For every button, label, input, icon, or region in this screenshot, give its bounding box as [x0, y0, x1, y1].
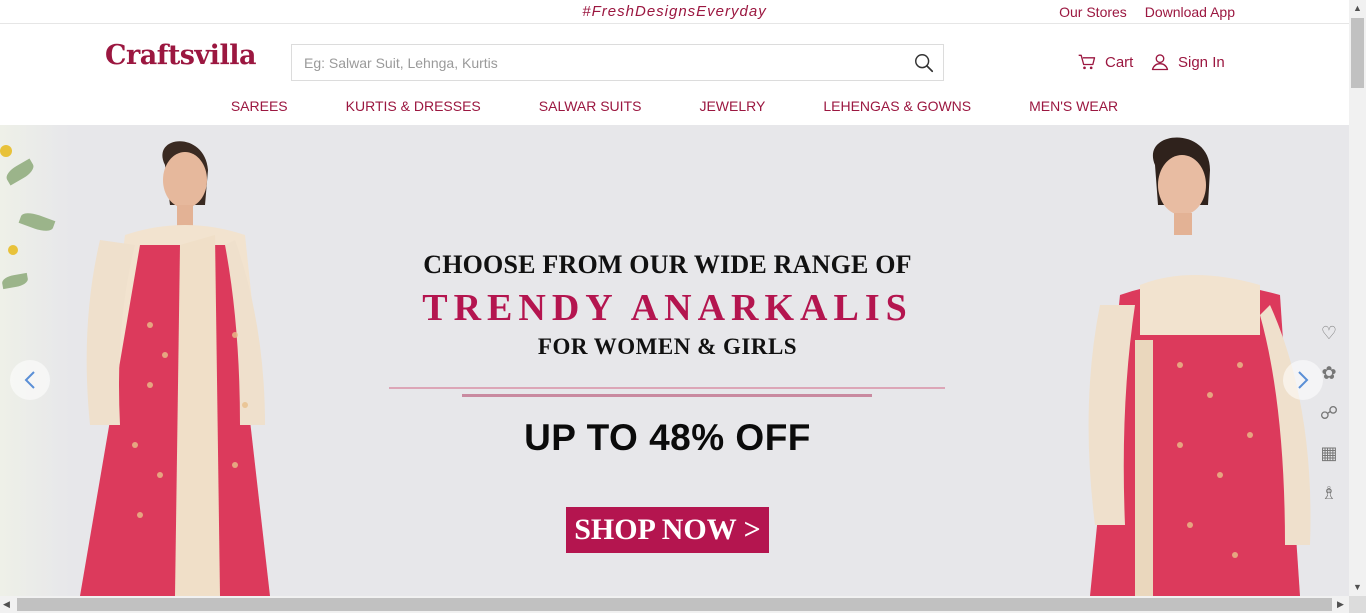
nav-item-salwar-suits[interactable]: SALWAR SUITS	[539, 98, 642, 124]
hero-banner[interactable]: CHOOSE FROM OUR WIDE RANGE OF TRENDY ANA…	[0, 125, 1349, 596]
divider	[389, 387, 945, 389]
logo[interactable]: Craftsvilla	[105, 40, 256, 71]
nav-item-sarees[interactable]: SAREES	[231, 98, 288, 124]
model-image-left	[80, 141, 270, 596]
chevron-right-icon	[1298, 371, 1309, 389]
horizontal-scroll-thumb[interactable]	[17, 598, 1332, 611]
scroll-down-icon[interactable]: ▼	[1353, 582, 1362, 592]
top-strip: #FreshDesignsEveryday Our Stores Downloa…	[0, 0, 1349, 24]
side-icon-rail: ♡ ✿ ☍ ▦ ♗	[1316, 320, 1344, 520]
vertical-scrollbar[interactable]: ▲ ▼	[1349, 0, 1366, 596]
dress-icon[interactable]: ♗	[1316, 480, 1342, 506]
cart-label: Cart	[1105, 53, 1134, 71]
cart-button[interactable]: Cart	[1077, 52, 1133, 72]
gift-icon[interactable]: ✿	[1316, 360, 1342, 386]
scrollbar-corner	[1349, 596, 1366, 613]
banner-highlight: TRENDY ANARKALIS	[422, 287, 913, 329]
horizontal-scrollbar[interactable]: ◀ ▶	[0, 596, 1349, 613]
top-links: Our Stores Download App	[1045, 4, 1235, 20]
nav-item-mens-wear[interactable]: MEN'S WEAR	[1029, 98, 1118, 124]
divider	[462, 394, 872, 397]
heart-icon[interactable]: ♡	[1316, 320, 1342, 346]
search-input[interactable]	[292, 45, 916, 80]
shop-now-button[interactable]: SHOP NOW >	[566, 507, 769, 553]
sign-in-label: Sign In	[1178, 53, 1225, 71]
banner-text: CHOOSE FROM OUR WIDE RANGE OF TRENDY ANA…	[380, 250, 955, 360]
nav-item-kurtis-dresses[interactable]: KURTIS & DRESSES	[346, 98, 481, 124]
scroll-right-icon[interactable]: ▶	[1337, 599, 1344, 610]
nav-item-lehengas-gowns[interactable]: LEHENGAS & GOWNS	[823, 98, 971, 124]
offer-text: UP TO 48% OFF	[524, 417, 811, 458]
cart-icon	[1078, 54, 1096, 70]
banner-heading: CHOOSE FROM OUR WIDE RANGE OF	[423, 250, 912, 279]
banner-subheading: FOR WOMEN & GIRLS	[537, 334, 798, 359]
qr-icon[interactable]: ▦	[1316, 440, 1342, 466]
vertical-scroll-thumb[interactable]	[1351, 18, 1364, 88]
sign-in-button[interactable]: Sign In	[1150, 52, 1225, 72]
our-stores-link[interactable]: Our Stores	[1059, 4, 1127, 20]
page: #FreshDesignsEveryday Our Stores Downloa…	[0, 0, 1349, 596]
nav-item-jewelry[interactable]: JEWELRY	[699, 98, 765, 124]
search-icon[interactable]	[913, 52, 935, 74]
scroll-left-icon[interactable]: ◀	[3, 599, 10, 610]
category-nav: SAREES KURTIS & DRESSES SALWAR SUITS JEW…	[0, 98, 1349, 124]
search-bar	[291, 44, 944, 81]
user-icon	[1151, 54, 1169, 71]
chevron-left-icon	[24, 371, 35, 389]
scroll-up-icon[interactable]: ▲	[1353, 3, 1362, 13]
hanger-icon[interactable]: ☍	[1316, 400, 1342, 426]
carousel-prev-button[interactable]	[10, 360, 50, 400]
download-app-link[interactable]: Download App	[1145, 4, 1235, 20]
